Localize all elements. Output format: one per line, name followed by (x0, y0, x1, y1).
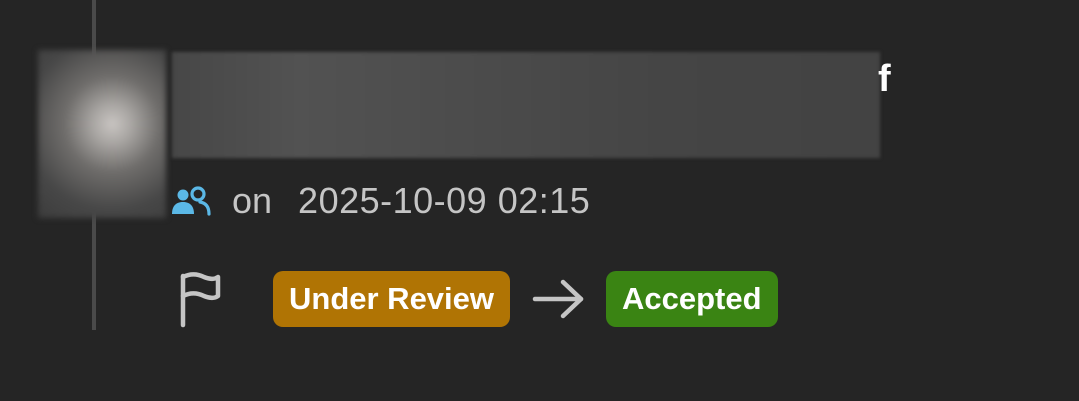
avatar[interactable] (38, 50, 166, 218)
arrow-right-icon (531, 277, 587, 321)
users-group-icon (170, 184, 212, 218)
activity-meta: on 2025-10-09 02:15 (170, 178, 590, 224)
redacted-title-overlay (172, 52, 880, 158)
timestamp-prefix: on (232, 180, 273, 221)
timestamp: 2025-10-09 02:15 (298, 180, 591, 221)
status-badge-to: Accepted (606, 271, 778, 327)
status-change-row: Under Review Accepted (176, 268, 778, 330)
activity-title: f (166, 52, 926, 162)
activity-title-tail: f (878, 58, 891, 100)
status-badge-from: Under Review (273, 271, 511, 327)
flag-icon (176, 269, 224, 329)
